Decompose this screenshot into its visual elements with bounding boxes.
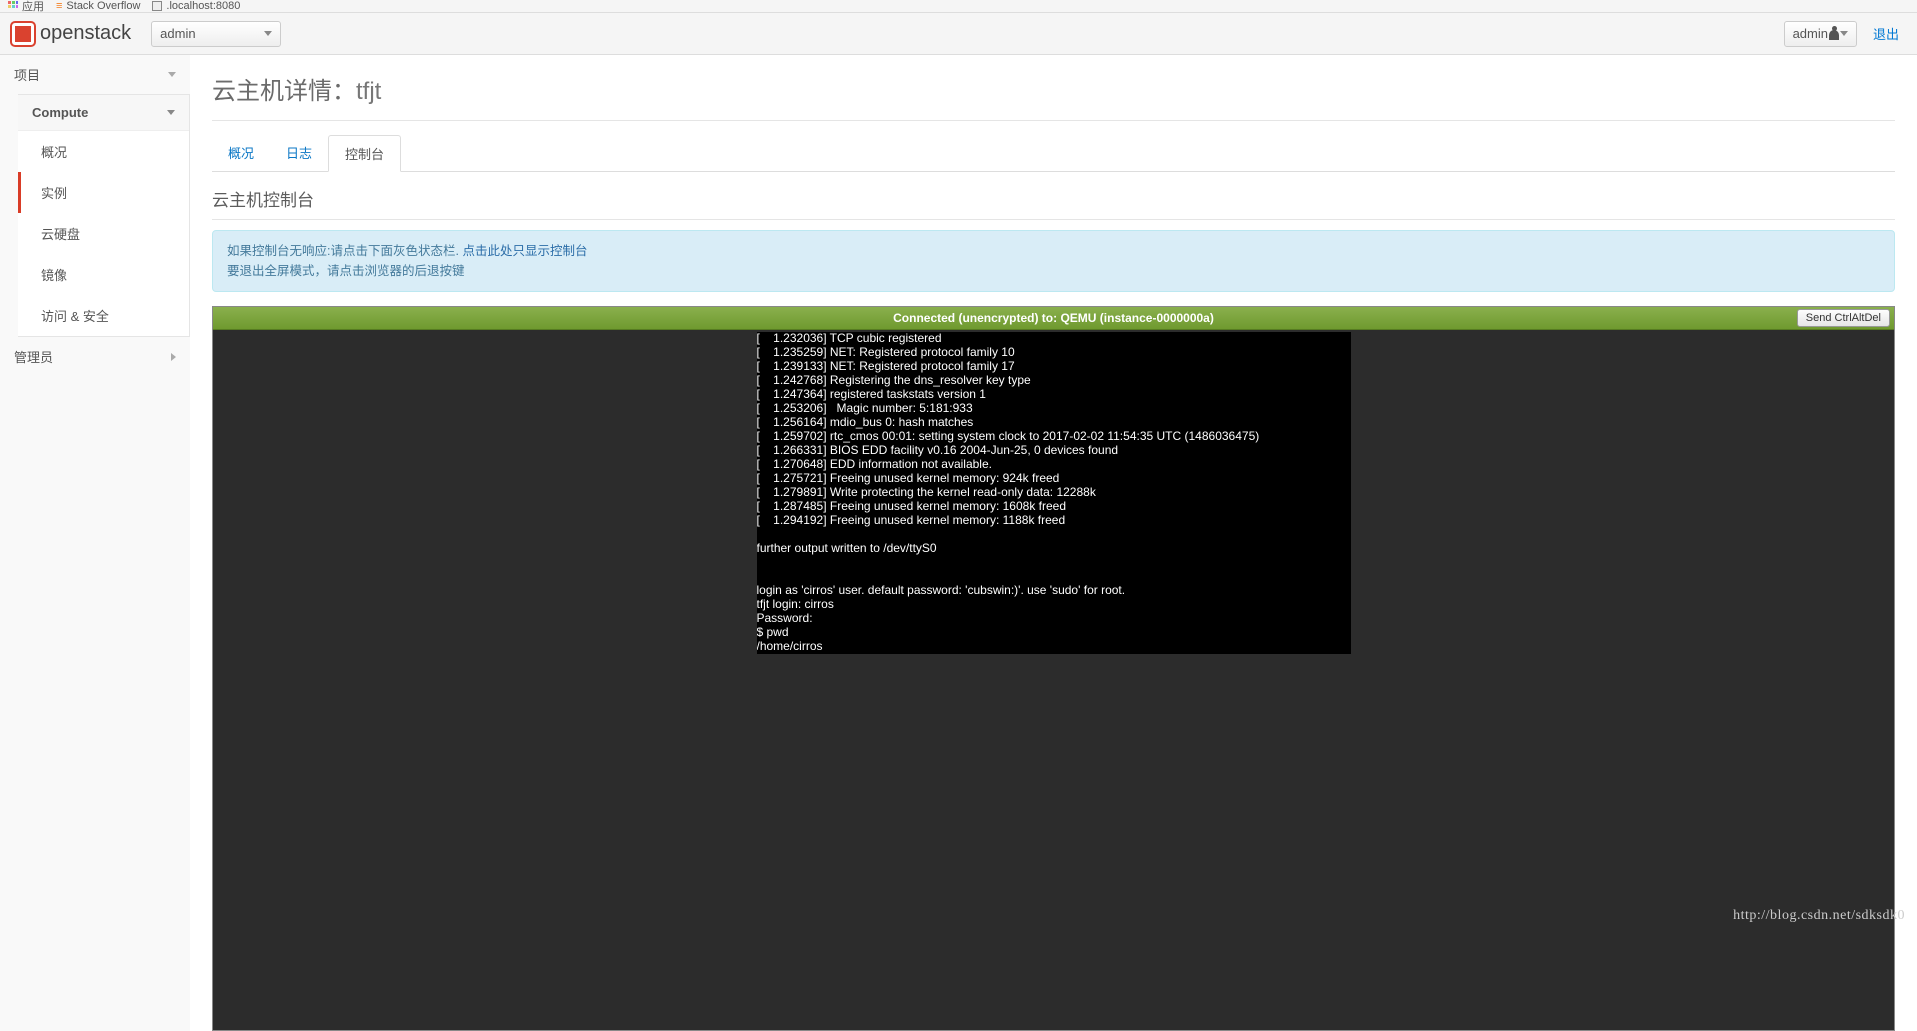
chevron-down-icon (1840, 31, 1848, 36)
vnc-status-text: Connected (unencrypted) to: QEMU (instan… (893, 311, 1214, 325)
vnc-screen[interactable]: [ 1.232036] TCP cubic registered [ 1.235… (213, 330, 1894, 1030)
page-title: 云主机详情：tfjt (212, 67, 1895, 121)
nav-section-project[interactable]: 项目 (0, 55, 190, 94)
top-header: openstack admin admin 退出 (0, 13, 1917, 55)
instance-name: tfjt (356, 78, 381, 105)
favicon-icon (152, 1, 162, 11)
chevron-right-icon (171, 353, 176, 361)
info-text-line1: 如果控制台无响应:请点击下面灰色状态栏. (227, 244, 459, 258)
vnc-console: Connected (unencrypted) to: QEMU (instan… (212, 306, 1895, 1031)
apps-grid-icon (8, 1, 18, 11)
console-info-box: 如果控制台无响应:请点击下面灰色状态栏. 点击此处只显示控制台 要退出全屏模式，… (212, 230, 1895, 292)
nav-subsection-compute[interactable]: Compute (18, 95, 189, 131)
bookmark-stack-overflow[interactable]: ≡ Stack Overflow (56, 0, 140, 12)
user-label: admin (1793, 26, 1828, 41)
chevron-down-icon (264, 31, 272, 36)
nav-section-label: 项目 (14, 65, 40, 84)
sidebar-item-overview[interactable]: 概况 (18, 131, 189, 172)
tab-overview[interactable]: 概况 (212, 135, 270, 171)
terminal-output: [ 1.232036] TCP cubic registered [ 1.235… (757, 332, 1351, 654)
sidebar: 项目 Compute 概况 实例 云硬盘 镜像 访问 & 安全 管理员 (0, 55, 190, 1031)
main-content: 云主机详情：tfjt 概况 日志 控制台 云主机控制台 如果控制台无响应:请点击… (190, 55, 1917, 1031)
sidebar-item-access-security[interactable]: 访问 & 安全 (18, 295, 189, 336)
bookmark-label: .localhost:8080 (166, 0, 240, 12)
bookmark-label: Stack Overflow (66, 0, 140, 12)
apps-launcher[interactable]: 应用 (8, 0, 44, 14)
logout-link[interactable]: 退出 (1867, 24, 1905, 43)
sidebar-item-instances[interactable]: 实例 (18, 172, 189, 213)
bookmark-localhost[interactable]: .localhost:8080 (152, 0, 240, 12)
project-selected-value: admin (160, 26, 195, 41)
nav-section-admin[interactable]: 管理员 (0, 337, 190, 376)
project-selector[interactable]: admin (151, 21, 281, 47)
nav-subsection-label: Compute (32, 105, 88, 120)
info-text-line2: 要退出全屏模式，请点击浏览器的后退按键 (227, 264, 465, 278)
vnc-status-bar[interactable]: Connected (unencrypted) to: QEMU (instan… (213, 307, 1894, 330)
apps-label: 应用 (22, 0, 44, 14)
brand-logo[interactable]: openstack (12, 22, 131, 45)
brand-text: openstack (40, 22, 131, 45)
browser-bookmarks-bar: 应用 ≡ Stack Overflow .localhost:8080 (0, 0, 1917, 13)
tab-console[interactable]: 控制台 (328, 135, 401, 172)
chevron-down-icon (168, 72, 176, 77)
openstack-logo-icon (12, 23, 34, 45)
nav-section-label: 管理员 (14, 347, 53, 366)
show-only-console-link[interactable]: 点击此处只显示控制台 (462, 244, 587, 258)
console-section-title: 云主机控制台 (212, 186, 1895, 220)
sidebar-item-volumes[interactable]: 云硬盘 (18, 213, 189, 254)
detail-tabs: 概况 日志 控制台 (212, 135, 1895, 172)
stackoverflow-icon: ≡ (56, 0, 62, 12)
user-menu-button[interactable]: admin (1784, 21, 1857, 47)
chevron-down-icon (167, 110, 175, 115)
tab-log[interactable]: 日志 (270, 135, 328, 171)
sidebar-item-images[interactable]: 镜像 (18, 254, 189, 295)
send-ctrl-alt-del-button[interactable]: Send CtrlAltDel (1797, 309, 1890, 327)
